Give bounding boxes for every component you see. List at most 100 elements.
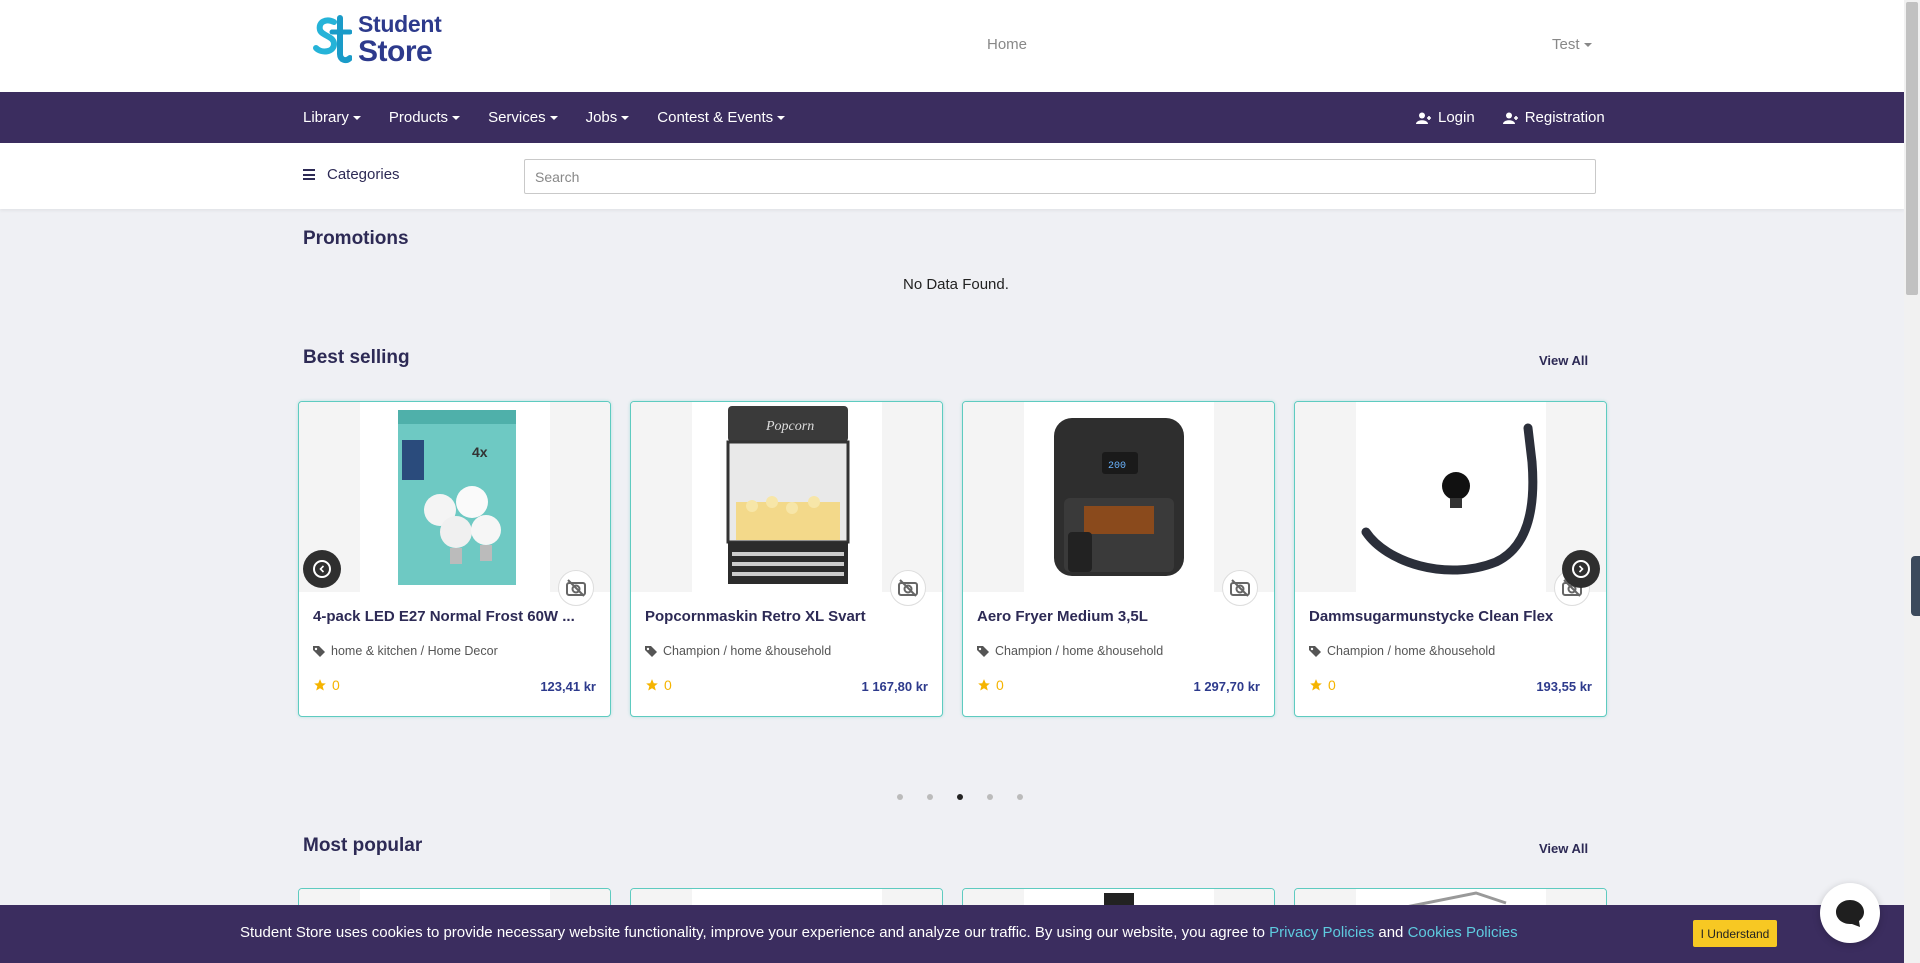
carousel-dot[interactable] [1017,794,1023,800]
product-card[interactable]: Dammsugarmunstycke Clean Flex Champion /… [1294,401,1607,717]
product-price: 123,41 kr [540,679,596,694]
chat-bubble-icon [1836,900,1864,927]
cookie-message: Student Store uses cookies to provide ne… [240,924,1518,941]
product-rating: 0 [645,677,672,693]
star-icon [314,679,326,691]
product-rating: 0 [1309,677,1336,693]
star-icon [646,679,658,691]
cookie-accept-button[interactable]: I Understand [1693,920,1777,947]
chevron-left-icon [319,565,325,573]
best-selling-view-all[interactable]: View All [1539,353,1588,368]
chevron-down-icon [352,116,361,121]
product-name[interactable]: Dammsugarmunstycke Clean Flex [1309,608,1589,625]
camera-off-icon[interactable] [890,570,926,606]
product-card[interactable]: 200 Aero Fryer Medium 3,5L Champion / ho… [962,401,1275,717]
product-name[interactable]: Popcornmaskin Retro XL Svart [645,608,925,625]
product-rating: 0 [313,677,340,693]
svg-text:200: 200 [1108,461,1126,472]
svg-text:Popcorn: Popcorn [765,419,814,434]
top-header: Student Store Home Test [0,0,1904,92]
chevron-down-icon [452,116,461,121]
chevron-down-icon [621,116,630,121]
vacuum-nozzle-image [1361,423,1538,575]
svg-text:4x: 4x [472,444,488,460]
cookies-policies-link[interactable]: Cookies Policies [1408,924,1518,941]
product-rating-value: 0 [1328,677,1336,693]
product-category-label: Champion / home &household [1327,644,1496,658]
student-store-logo[interactable]: Student Store [312,12,452,68]
product-name[interactable]: 4-pack LED E27 Normal Frost 60W ... [313,608,593,625]
nav-item-products[interactable]: Products [388,109,461,126]
best-selling-title: Best selling [303,347,410,368]
carousel-dot[interactable] [927,794,933,800]
tags-icon [977,646,989,657]
most-popular-title: Most popular [303,835,423,856]
nav-item-services[interactable]: Services [488,109,558,126]
product-rating: 0 [977,677,1004,693]
nav-item-label: Services [488,109,546,126]
chevron-down-icon [549,116,558,121]
chevron-down-icon [777,116,786,121]
brand-line2: Store [358,35,433,68]
cookie-and-text: and [1374,924,1408,941]
promotions-empty-text: No Data Found. [903,276,1009,293]
privacy-policies-link[interactable]: Privacy Policies [1269,924,1374,941]
product-price: 1 167,80 kr [861,679,928,694]
product-image: 200 [963,402,1274,592]
carousel-dot-active[interactable] [957,794,963,800]
product-rating-value: 0 [996,677,1004,693]
scrollbar-thumb[interactable] [1906,2,1918,295]
tags-icon [313,646,325,657]
product-image: Popcorn [631,402,942,592]
registration-link[interactable]: Registration [1502,109,1605,126]
popcorn-machine-image: Popcorn [726,406,850,584]
air-fryer-image: 200 [1054,418,1184,576]
chat-button[interactable] [1820,883,1880,943]
categories-label: Categories [327,166,400,183]
star-icon [978,679,990,691]
login-label: Login [1438,109,1475,126]
product-category: home & kitchen / Home Decor [313,644,498,658]
most-popular-view-all[interactable]: View All [1539,841,1588,856]
hamburger-icon [303,169,315,180]
carousel-next-button[interactable] [1562,550,1600,588]
led-bulb-pack-image: 4x [398,410,516,585]
product-category: Champion / home &household [645,644,831,658]
product-image: 4x [299,402,610,592]
search-row: Categories [0,143,1904,209]
product-image [1295,402,1606,592]
side-widget-tab[interactable] [1911,556,1920,616]
cookie-text: Student Store uses cookies to provide ne… [240,924,1270,941]
nav-item-contest-events[interactable]: Contest & Events [657,109,786,126]
search-input[interactable] [524,159,1596,194]
carousel-dot[interactable] [987,794,993,800]
product-name[interactable]: Aero Fryer Medium 3,5L [977,608,1257,625]
login-link[interactable]: Login [1416,109,1475,126]
carousel-dot[interactable] [897,794,903,800]
product-price: 1 297,70 kr [1193,679,1260,694]
star-icon [1310,679,1322,691]
product-rating-value: 0 [332,677,340,693]
nav-item-jobs[interactable]: Jobs [586,109,630,126]
nav-item-library[interactable]: Library [303,109,361,126]
user-plus-icon [1502,112,1518,124]
product-price: 193,55 kr [1536,679,1592,694]
product-card[interactable]: 4x 4-pack LED E27 Normal Frost 60W ... h… [298,401,611,717]
user-login-icon [1416,112,1431,124]
camera-off-icon[interactable] [1222,570,1258,606]
nav-item-label: Jobs [585,109,618,126]
carousel-dots [897,794,1047,800]
categories-toggle[interactable]: Categories [303,166,400,183]
registration-label: Registration [1524,109,1605,126]
camera-off-icon[interactable] [558,570,594,606]
main-navbar: Library Products Services Jobs Contest &… [0,92,1904,143]
cookie-consent-bar: Student Store uses cookies to provide ne… [0,905,1904,963]
product-rating-value: 0 [664,677,672,693]
promotions-title: Promotions [303,228,409,249]
home-link[interactable]: Home [987,36,1027,53]
carousel-prev-button[interactable] [303,550,341,588]
tags-icon [1309,646,1321,657]
nav-item-label: Products [388,109,449,126]
user-menu[interactable]: Test [1552,36,1592,53]
product-card[interactable]: Popcorn Popcornmaskin Retro XL Svart Cha… [630,401,943,717]
